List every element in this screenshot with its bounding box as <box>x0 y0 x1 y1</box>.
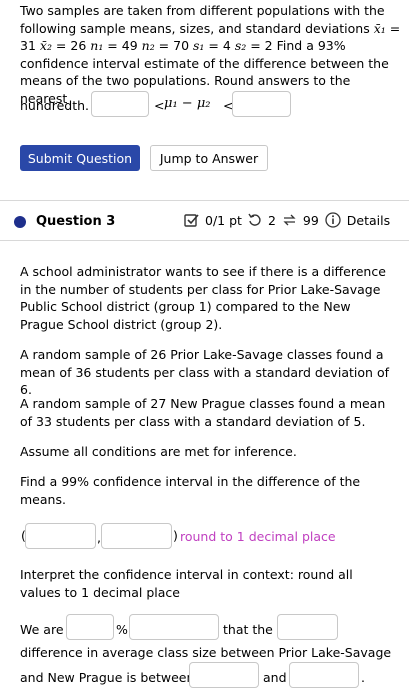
ci-lower-input[interactable] <box>25 523 96 549</box>
prev-line-1: Two samples are taken from different pop… <box>20 3 385 18</box>
jump-to-answer-button[interactable]: Jump to Answer <box>150 145 268 171</box>
submit-question-button[interactable]: Submit Question <box>20 145 140 171</box>
percent-sign: % <box>116 622 128 637</box>
q3-paragraph-4: Assume all conditions are met for infere… <box>20 444 297 459</box>
q3-paragraph-1: A school administrator wants to see if t… <box>20 264 386 332</box>
prev-lt-1: < <box>154 98 165 113</box>
question-bullet-icon <box>14 216 26 228</box>
divider-top <box>0 200 409 201</box>
divider-bottom <box>0 240 409 241</box>
attempts-icon <box>283 214 296 226</box>
confidence-percent-input[interactable] <box>66 614 114 640</box>
ci-upper-input[interactable] <box>101 523 172 549</box>
between-label: and New Prague is between <box>20 670 195 685</box>
points-area: 0/1 pt 2 99 Details <box>184 212 390 228</box>
and-label: and <box>263 670 287 685</box>
checkbox-icon <box>184 213 199 227</box>
prev-question-text: Two samples are taken from different pop… <box>20 2 401 107</box>
we-are-label: We are <box>20 622 64 637</box>
attempts-count: 99 <box>302 212 319 228</box>
prev-line-3: 31 x̄₂ = 26 n₁ = 49 n₂ = 70 s₁ = 4 s₂ = … <box>20 38 346 53</box>
prev-upper-bound-input[interactable] <box>232 91 291 117</box>
round-hint: round to 1 decimal place <box>180 529 336 544</box>
that-the-label: that the <box>223 622 273 637</box>
final-period: . <box>361 670 365 685</box>
interval-upper-input[interactable] <box>289 662 359 688</box>
interval-lower-input[interactable] <box>189 662 259 688</box>
prev-line-4: confidence interval estimate of the diff… <box>20 55 389 71</box>
q3-paragraph-3: A random sample of 27 New Prague classes… <box>20 396 386 429</box>
prev-hundredth-label: hundredth. <box>20 98 89 113</box>
q3-paragraph-6: Interpret the confidence interval in con… <box>20 567 353 600</box>
retries-count: 2 <box>267 212 276 228</box>
prev-line-2: following sample means, sizes, and stand… <box>20 20 401 36</box>
retry-icon[interactable] <box>248 213 262 227</box>
confidence-word-select[interactable] <box>129 614 219 640</box>
prev-lower-bound-input[interactable] <box>91 91 149 117</box>
q3-paragraph-5: Find a 99% confidence interval in the di… <box>20 474 361 507</box>
info-icon[interactable] <box>325 212 341 228</box>
details-link[interactable]: Details <box>347 213 390 228</box>
question-title: Question 3 <box>36 214 116 229</box>
prev-mu-expression: μ₁ − μ₂ <box>164 96 211 111</box>
difference-text: difference in average class size between… <box>20 645 392 660</box>
q3-paragraph-2: A random sample of 26 Prior Lake-Savage … <box>20 347 390 397</box>
parameter-input[interactable] <box>277 614 338 640</box>
ci-close-paren: ) <box>173 528 178 543</box>
points-text: 0/1 pt <box>205 212 242 228</box>
